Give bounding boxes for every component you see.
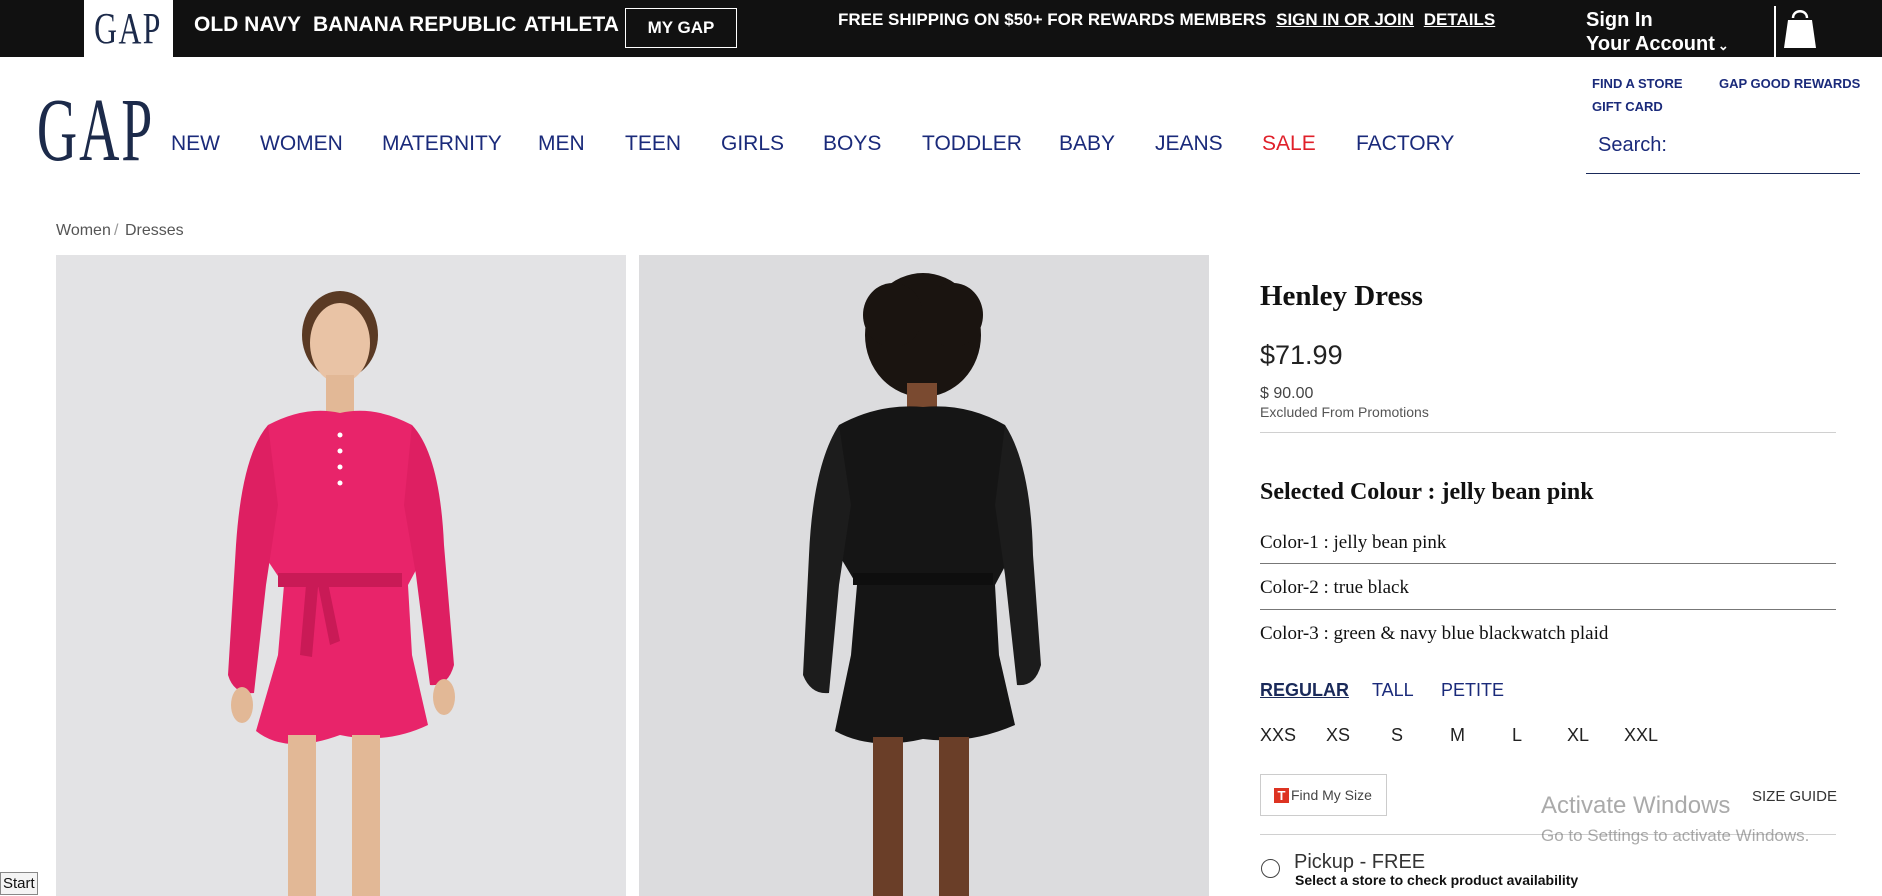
pickup-label: Pickup - FREE [1294,851,1426,873]
product-image-front[interactable] [56,255,626,896]
find-my-size-label: Find My Size [1291,787,1372,803]
original-price: $ 90.00 [1260,385,1314,402]
shopping-bag-icon[interactable] [1778,4,1822,48]
nav-baby[interactable]: BABY [1059,132,1115,156]
fit-petite-tab[interactable]: PETITE [1441,680,1504,701]
nav-jeans[interactable]: JEANS [1155,132,1223,156]
promo-text: FREE SHIPPING ON $50+ FOR REWARDS MEMBER… [838,10,1267,29]
account-menu[interactable]: Sign In Your Account ⌄ [1586,8,1729,58]
banana-republic-link[interactable]: BANANA REPUBLIC [313,13,516,37]
color-option-1[interactable]: Color-1 : jelly bean pink [1260,532,1836,554]
your-account-label: Your Account [1586,33,1715,55]
nav-toddler[interactable]: TODDLER [922,132,1022,156]
chevron-down-icon: ⌄ [1717,38,1729,53]
model-front-illustration [56,255,626,896]
pickup-radio[interactable] [1261,859,1280,878]
divider [1260,432,1836,433]
size-l-button[interactable]: L [1512,725,1522,746]
divider [1774,6,1776,57]
athleta-link[interactable]: ATHLETA [524,13,619,37]
fit-regular-tab[interactable]: REGULAR [1260,680,1349,701]
promo-banner: FREE SHIPPING ON $50+ FOR REWARDS MEMBER… [838,10,1495,30]
old-navy-link[interactable]: OLD NAVY [194,13,301,37]
my-gap-button[interactable]: MY GAP [625,8,737,48]
breadcrumb-dresses[interactable]: Dresses [125,222,184,240]
activate-windows-title: Activate Windows [1541,792,1731,819]
color-option-2[interactable]: Color-2 : true black [1260,577,1836,599]
gap-brand-link[interactable]: GAP [84,0,173,57]
breadcrumb-separator: / [114,222,119,239]
nav-girls[interactable]: GIRLS [721,132,784,156]
size-m-button[interactable]: M [1450,725,1465,746]
find-a-store-link[interactable]: FIND A STORE [1592,76,1683,91]
gift-card-link[interactable]: GIFT CARD [1592,99,1663,114]
nav-teen[interactable]: TEEN [625,132,681,156]
gap-logo-text: GAP [94,3,163,53]
nav-new[interactable]: NEW [171,132,220,156]
selected-colour-heading: Selected Colour : jelly bean pink [1260,479,1594,505]
fit-tall-tab[interactable]: TALL [1372,680,1414,701]
start-button[interactable]: Start [0,872,38,895]
sign-in-label: Sign In [1586,9,1653,31]
size-xxl-button[interactable]: XXL [1624,725,1658,746]
find-my-size-button[interactable]: T Find My Size [1260,774,1387,816]
model-back-illustration [639,255,1209,896]
divider [1260,563,1836,564]
size-s-button[interactable]: S [1391,725,1403,746]
divider [1260,609,1836,610]
details-link[interactable]: DETAILS [1424,10,1495,29]
nav-maternity[interactable]: MATERNITY [382,132,502,156]
nav-women[interactable]: WOMEN [260,132,343,156]
gap-logo-text: GAP [37,81,155,180]
sale-price: $71.99 [1260,340,1343,370]
top-bar: GAP OLD NAVY BANANA REPUBLIC ATHLETA MY … [0,0,1882,57]
promo-exclusion-note: Excluded From Promotions [1260,404,1429,420]
product-title: Henley Dress [1260,280,1423,312]
true-fit-logo-icon: T [1274,787,1289,803]
nav-sale[interactable]: SALE [1262,132,1316,156]
size-xxs-button[interactable]: XXS [1260,725,1296,746]
breadcrumb-women[interactable]: Women [56,222,111,240]
search-input[interactable]: Search: [1586,134,1860,174]
sign-in-join-link[interactable]: SIGN IN OR JOIN [1276,10,1414,29]
pickup-note: Select a store to check product availabi… [1295,872,1579,888]
product-image-back[interactable] [639,255,1209,896]
search-label: Search: [1598,134,1667,156]
color-option-3[interactable]: Color-3 : green & navy blue blackwatch p… [1260,623,1836,645]
size-xl-button[interactable]: XL [1567,725,1589,746]
size-guide-link[interactable]: SIZE GUIDE [1752,788,1837,805]
gap-good-rewards-link[interactable]: GAP GOOD REWARDS [1719,76,1860,91]
nav-men[interactable]: MEN [538,132,585,156]
gap-logo[interactable]: GAP [37,86,152,176]
nav-factory[interactable]: FACTORY [1356,132,1454,156]
size-xs-button[interactable]: XS [1326,725,1350,746]
activate-windows-subtitle: Go to Settings to activate Windows. [1541,826,1810,845]
nav-boys[interactable]: BOYS [823,132,881,156]
